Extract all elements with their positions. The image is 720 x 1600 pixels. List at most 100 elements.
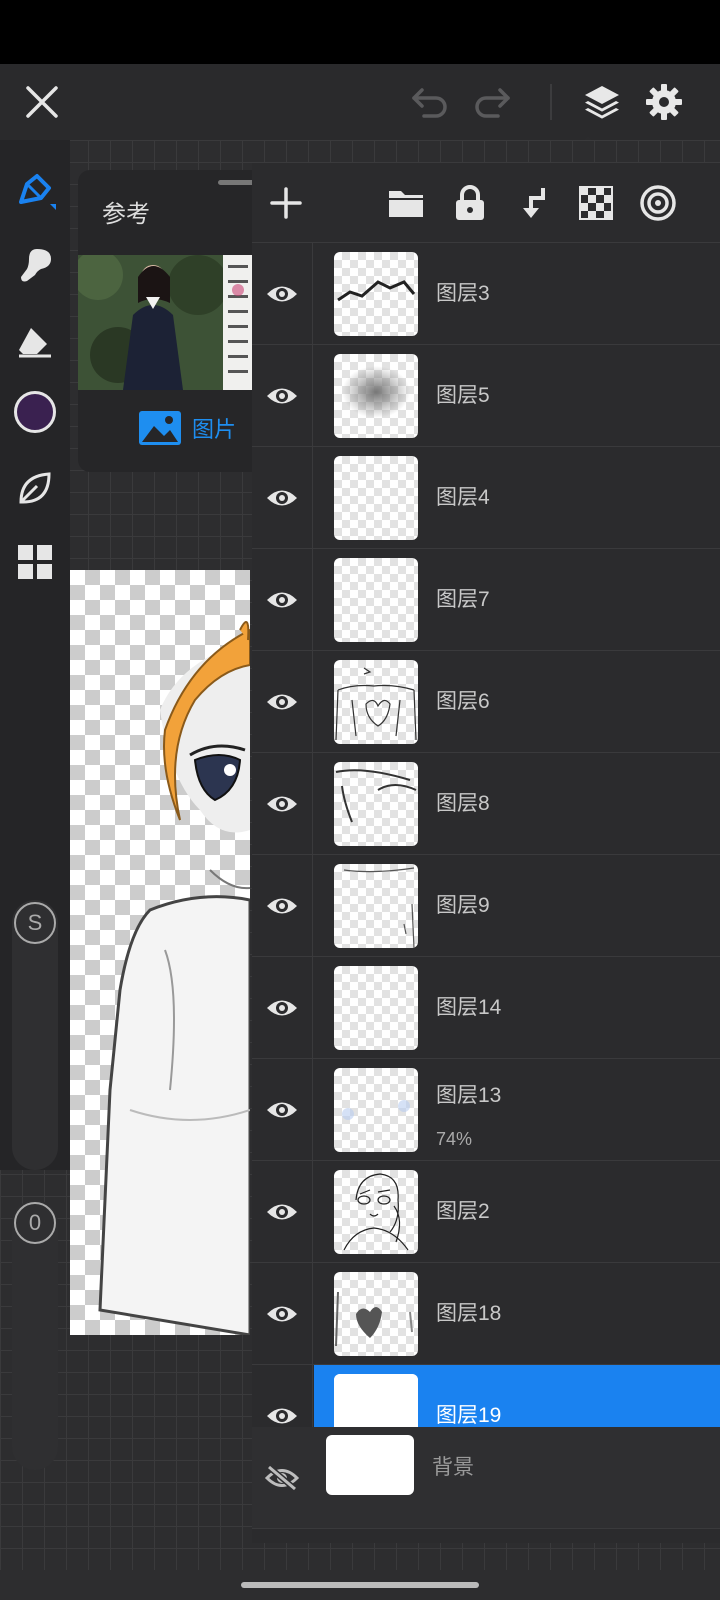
home-indicator[interactable] bbox=[241, 1582, 479, 1588]
grid-icon bbox=[18, 545, 52, 579]
layer-row[interactable]: 图层8 bbox=[252, 753, 720, 855]
background-thumbnail bbox=[326, 1435, 414, 1495]
layer-name: 图层7 bbox=[436, 588, 490, 611]
layer-name: 图层6 bbox=[436, 690, 490, 713]
reference-title: 参考 bbox=[102, 201, 150, 228]
layer-row[interactable]: 图层4 bbox=[252, 447, 720, 549]
brush-opacity-slider[interactable]: 0 bbox=[12, 1200, 58, 1470]
image-source-button[interactable]: 图片 bbox=[138, 410, 236, 446]
more-tools-button[interactable] bbox=[0, 532, 70, 592]
visibility-toggle[interactable] bbox=[252, 1059, 312, 1161]
layer-row[interactable]: 图层7 bbox=[252, 549, 720, 651]
top-bar bbox=[0, 64, 720, 146]
layer-thumbnail bbox=[334, 1272, 418, 1356]
layer-row[interactable]: 图层3 bbox=[252, 243, 720, 345]
visibility-toggle[interactable] bbox=[252, 1427, 312, 1529]
visibility-toggle[interactable] bbox=[252, 855, 312, 957]
visibility-toggle[interactable] bbox=[252, 957, 312, 1059]
visibility-toggle[interactable] bbox=[252, 1161, 312, 1263]
layer-thumbnail bbox=[334, 864, 418, 948]
layer-name: 图层18 bbox=[436, 1302, 502, 1325]
layer-opacity: 74% bbox=[436, 1129, 473, 1149]
smudge-icon bbox=[21, 249, 51, 282]
drawing-canvas[interactable] bbox=[70, 570, 250, 1335]
layer-name: 图层8 bbox=[436, 792, 490, 815]
layer-thumbnail bbox=[334, 660, 418, 744]
tool-sidebar: S bbox=[0, 140, 70, 1170]
merge-down-icon bbox=[523, 188, 545, 218]
eye-icon bbox=[267, 898, 297, 914]
divider bbox=[312, 1161, 313, 1263]
layer-row[interactable]: 图层14 bbox=[252, 957, 720, 1059]
visibility-toggle[interactable] bbox=[252, 243, 312, 345]
eye-icon bbox=[267, 388, 297, 404]
eye-hidden-icon bbox=[265, 1465, 299, 1491]
redo-icon bbox=[475, 88, 510, 118]
redo-button[interactable] bbox=[462, 64, 522, 140]
eye-icon bbox=[267, 796, 297, 812]
eye-icon bbox=[267, 490, 297, 506]
brush-size-label: S bbox=[14, 902, 56, 944]
layer-panel: 图层3 图层5 图层4 图层7 图层6 图层8 图层9 图层14 图层13 74% 图层2 图层18 图… bbox=[252, 163, 720, 1543]
add-layer-button[interactable] bbox=[254, 163, 318, 243]
transparency-lock-button[interactable] bbox=[564, 163, 628, 243]
status-bar bbox=[0, 0, 720, 64]
layer-name: 图层13 bbox=[436, 1084, 502, 1107]
close-button[interactable] bbox=[12, 64, 72, 140]
brush-size-slider[interactable]: S bbox=[12, 900, 58, 1170]
image-icon bbox=[139, 411, 181, 445]
layer-thumbnail bbox=[334, 354, 418, 438]
color-picker-button[interactable] bbox=[0, 382, 70, 442]
settings-button[interactable] bbox=[634, 64, 694, 140]
visibility-toggle[interactable] bbox=[252, 753, 312, 855]
target-icon bbox=[640, 185, 676, 221]
visibility-toggle[interactable] bbox=[252, 549, 312, 651]
visibility-toggle[interactable] bbox=[252, 345, 312, 447]
layer-thumbnail bbox=[334, 966, 418, 1050]
layer-name: 图层4 bbox=[436, 486, 490, 509]
layers-button[interactable] bbox=[572, 64, 632, 140]
visibility-toggle[interactable] bbox=[252, 447, 312, 549]
pen-icon bbox=[19, 174, 56, 210]
smudge-tool-button[interactable] bbox=[0, 235, 70, 295]
drag-handle[interactable] bbox=[218, 180, 256, 185]
layer-folder-button[interactable] bbox=[374, 163, 438, 243]
lock-layer-button[interactable] bbox=[438, 163, 502, 243]
close-icon bbox=[26, 86, 58, 118]
merge-down-button[interactable] bbox=[502, 163, 566, 243]
layer-row[interactable]: 图层13 74% bbox=[252, 1059, 720, 1161]
current-color-swatch bbox=[14, 391, 56, 433]
image-source-label: 图片 bbox=[192, 417, 237, 442]
layer-row[interactable]: 图层9 bbox=[252, 855, 720, 957]
visibility-toggle[interactable] bbox=[252, 651, 312, 753]
layer-thumbnail bbox=[334, 1068, 418, 1152]
undo-button[interactable] bbox=[400, 64, 460, 140]
divider bbox=[312, 243, 313, 345]
layer-name: 图层19 bbox=[436, 1404, 502, 1427]
layer-row[interactable]: 图层5 bbox=[252, 345, 720, 447]
eraser-icon bbox=[19, 328, 51, 358]
divider bbox=[312, 1263, 313, 1365]
layer-effects-button[interactable] bbox=[626, 163, 690, 243]
eye-icon bbox=[267, 1204, 297, 1220]
layer-toolbar bbox=[252, 163, 720, 243]
background-layer-name: 背景 bbox=[432, 1456, 474, 1479]
eye-icon bbox=[267, 1408, 297, 1424]
divider bbox=[312, 549, 313, 651]
layer-row[interactable]: 图层6 bbox=[252, 651, 720, 753]
layer-name: 图层2 bbox=[436, 1200, 490, 1223]
divider bbox=[550, 84, 552, 120]
layer-thumbnail bbox=[334, 456, 418, 540]
layer-row[interactable]: 图层2 bbox=[252, 1161, 720, 1263]
plus-icon bbox=[270, 187, 302, 219]
layer-thumbnail bbox=[334, 252, 418, 336]
navigation-bar bbox=[0, 1570, 720, 1600]
leaf-tool-button[interactable] bbox=[0, 458, 70, 518]
layer-row[interactable]: 图层18 bbox=[252, 1263, 720, 1365]
layer-thumbnail bbox=[334, 558, 418, 642]
eraser-tool-button[interactable] bbox=[0, 310, 70, 370]
visibility-toggle[interactable] bbox=[252, 1263, 312, 1365]
background-layer-row[interactable]: 背景 bbox=[252, 1427, 720, 1529]
brush-tool-button[interactable] bbox=[0, 160, 70, 220]
eye-icon bbox=[267, 1306, 297, 1322]
